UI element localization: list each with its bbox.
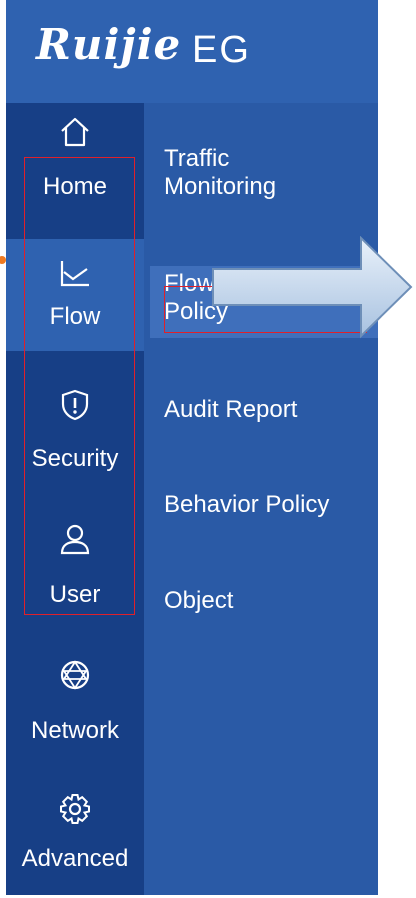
submenu-item-traffic-monitoring[interactable]: Traffic Monitoring — [164, 145, 276, 201]
submenu: Traffic Monitoring Flow C Policy Audit R… — [144, 103, 378, 895]
brand-logo: Ruijie — [36, 20, 182, 69]
gear-icon — [60, 794, 90, 824]
header: Ruijie EG — [6, 0, 378, 103]
sidebar-item-label: Network — [30, 717, 120, 744]
sidebar-item-network[interactable]: Network — [6, 647, 144, 783]
sidebar-item-advanced[interactable]: Advanced — [6, 783, 144, 895]
pointer-arrow-icon — [212, 236, 413, 339]
brand-suffix: EG — [192, 29, 251, 71]
submenu-item-line: Monitoring — [164, 173, 277, 200]
submenu-item-object[interactable]: Object — [164, 587, 233, 615]
submenu-item-behavior-policy[interactable]: Behavior Policy — [164, 491, 329, 519]
sidebar-item-label: Advanced — [21, 845, 129, 872]
submenu-item-line: Traffic — [164, 145, 230, 172]
sidebar-highlight-box — [24, 157, 135, 615]
submenu-item-audit-report[interactable]: Audit Report — [164, 396, 297, 424]
home-icon — [61, 117, 89, 147]
network-icon — [60, 660, 90, 690]
